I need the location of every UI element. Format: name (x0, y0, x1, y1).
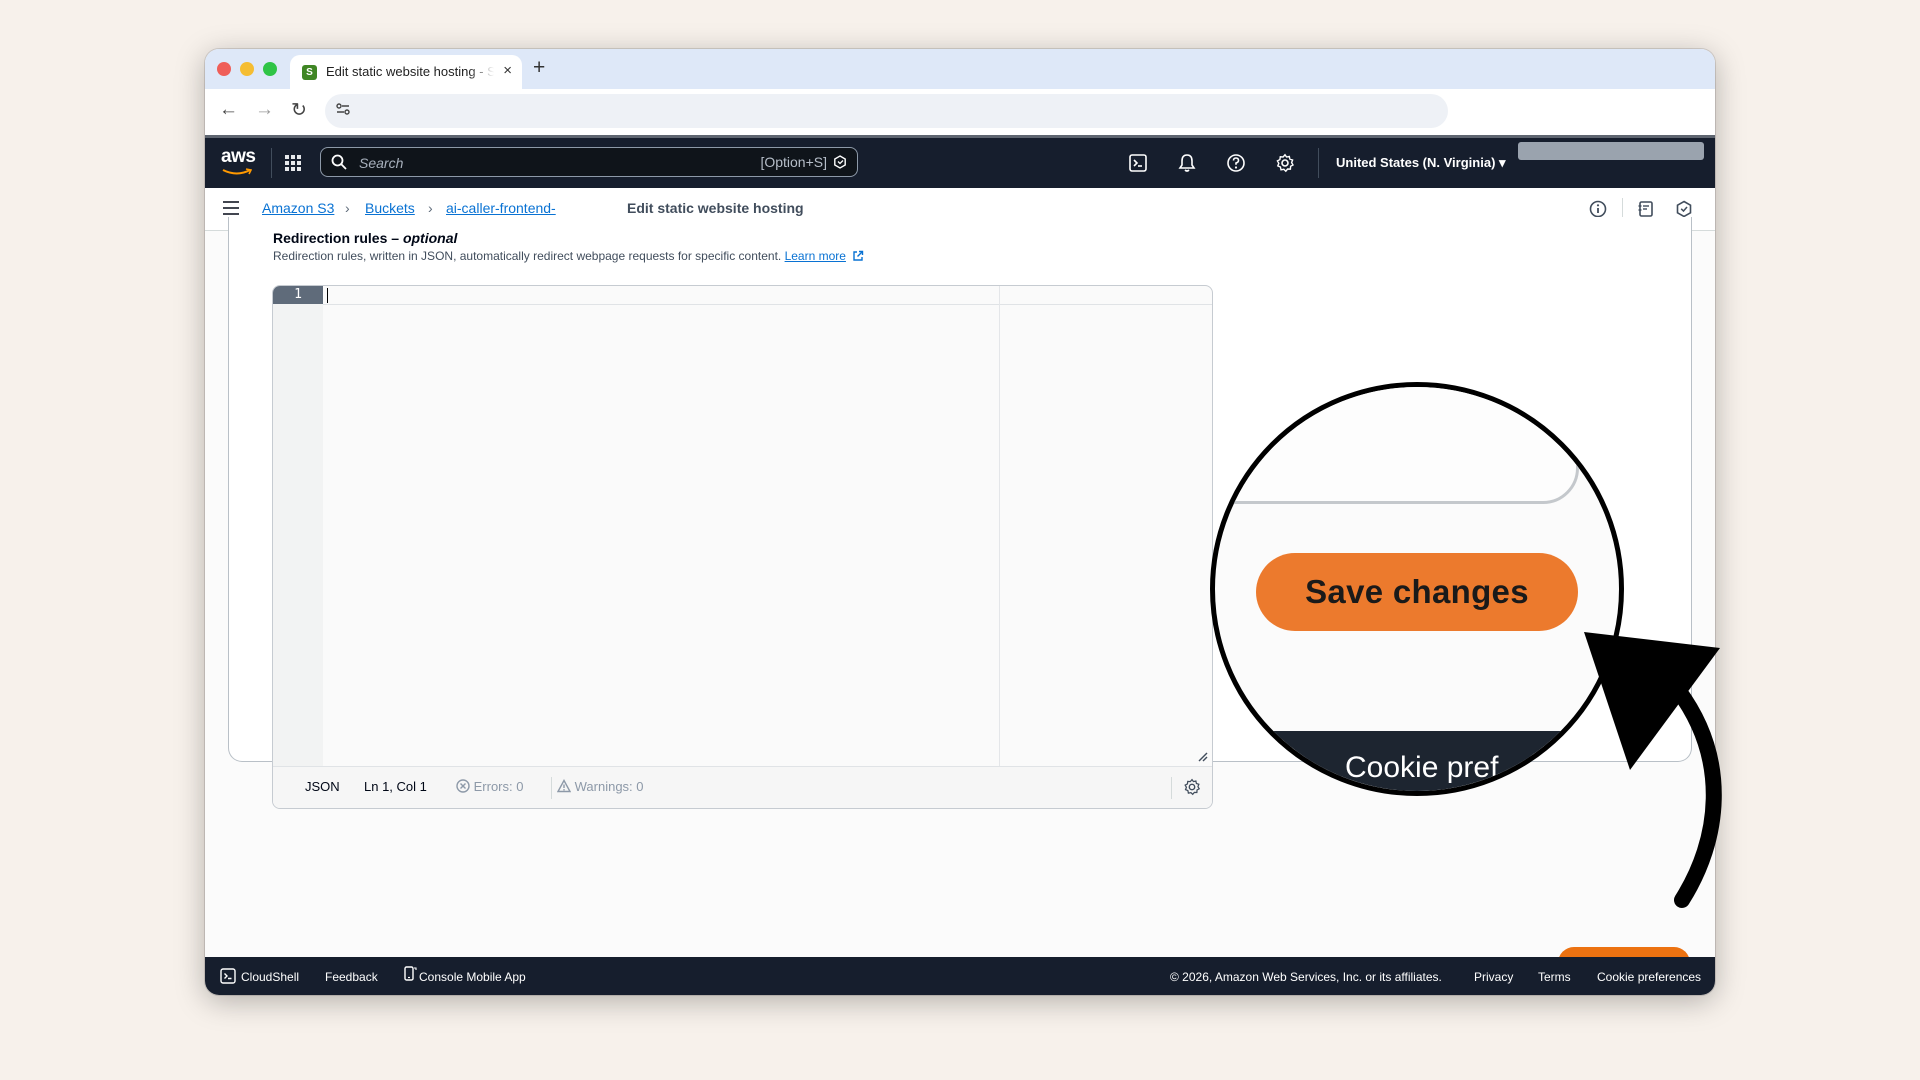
info-icon[interactable] (1589, 200, 1607, 218)
maximize-window-button[interactable] (263, 62, 277, 76)
close-window-button[interactable] (217, 62, 231, 76)
search-input[interactable] (357, 152, 741, 174)
zoomed-save-changes-button: Save changes (1256, 553, 1578, 631)
editor-settings-icon[interactable] (1183, 778, 1201, 796)
zoomed-footer-text: Cookie pref (1345, 751, 1499, 784)
cursor-position: Ln 1, Col 1 (364, 779, 427, 794)
tab-title: Edit static website hosting - S3 bucket (326, 64, 494, 79)
print-margin (999, 286, 1000, 766)
breadcrumb-current: Edit static website hosting (627, 200, 804, 216)
status-divider (551, 777, 552, 799)
active-line (323, 286, 1212, 305)
json-code-editor[interactable]: 1 JSON Ln 1, Col 1 Errors: 0 Warnings: 0 (272, 285, 1213, 809)
browser-toolbar: ← → ↻ (205, 89, 1715, 135)
minimize-window-button[interactable] (240, 62, 254, 76)
close-tab-icon[interactable]: × (503, 62, 512, 79)
amazon-q-icon[interactable] (833, 155, 847, 169)
footer-privacy[interactable]: Privacy (1474, 970, 1513, 984)
errors-count[interactable]: Errors: 0 (456, 779, 523, 794)
warning-icon (556, 779, 572, 793)
language-label: JSON (305, 779, 340, 794)
search-bar[interactable]: [Option+S] (320, 147, 858, 177)
footer-terms[interactable]: Terms (1538, 970, 1571, 984)
site-settings-icon[interactable] (335, 101, 351, 121)
aws-top-nav: aws [Option+S] United States (N. Virgini… (205, 138, 1715, 188)
reload-icon[interactable]: ↻ (291, 99, 307, 122)
breadcrumb-bucket[interactable]: ai-caller-frontend- (446, 200, 556, 216)
footer-feedback[interactable]: Feedback (325, 970, 378, 984)
bell-icon[interactable] (1177, 153, 1197, 173)
browser-tab[interactable]: S Edit static website hosting - S3 bucke… (290, 55, 522, 89)
menu-icon[interactable] (223, 201, 239, 215)
optional-label: optional (402, 230, 458, 246)
back-arrow-icon[interactable]: ← (219, 99, 238, 121)
zoom-magnifier: Save changes Cookie pref (1210, 382, 1624, 796)
chevron-right-icon: › (345, 200, 350, 216)
forward-arrow-icon[interactable]: → (255, 99, 274, 121)
cloudshell-icon[interactable] (1128, 153, 1148, 173)
aws-footer: CloudShell Feedback Console Mobile App ©… (205, 957, 1715, 995)
warnings-count[interactable]: Warnings: 0 (556, 779, 644, 794)
line-number: 1 (273, 286, 323, 304)
help-icon[interactable] (1226, 153, 1246, 173)
new-tab-button[interactable]: + (533, 56, 545, 80)
redirection-rules-description: Redirection rules, written in JSON, auto… (273, 249, 864, 263)
breadcrumb-amazon-s3[interactable]: Amazon S3 (262, 200, 334, 216)
mobile-phone-icon (404, 966, 417, 981)
notes-icon[interactable] (1637, 200, 1655, 218)
nav-divider (271, 148, 272, 178)
zoomed-footer: Cookie pref (1215, 731, 1619, 791)
address-bar[interactable] (325, 94, 1448, 128)
cloudshell-icon (220, 968, 236, 984)
breadcrumb-buckets[interactable]: Buckets (365, 200, 415, 216)
status-divider (1171, 777, 1172, 799)
learn-more-link[interactable]: Learn more (785, 249, 846, 263)
footer-cookie-preferences[interactable]: Cookie preferences (1597, 970, 1701, 984)
resize-handle-icon[interactable] (1198, 752, 1208, 762)
footer-cloudshell[interactable]: CloudShell (241, 970, 299, 984)
footer-mobile-app[interactable]: Console Mobile App (419, 970, 526, 984)
editor-gutter (273, 286, 323, 766)
text-cursor (327, 288, 328, 303)
nav-divider (1318, 148, 1319, 178)
settings-icon[interactable] (1275, 153, 1295, 173)
redirection-rules-title: Redirection rules – optional (273, 230, 458, 246)
account-menu[interactable] (1518, 142, 1704, 160)
search-shortcut: [Option+S] (760, 154, 827, 170)
error-icon (456, 779, 470, 793)
footer-copyright: © 2026, Amazon Web Services, Inc. or its… (1170, 970, 1442, 984)
amazon-q-icon[interactable] (1675, 200, 1693, 218)
s3-icon: S (302, 65, 317, 80)
tab-strip: S Edit static website hosting - S3 bucke… (205, 49, 1715, 89)
chevron-right-icon: › (428, 200, 433, 216)
curved-arrow-icon (1584, 632, 1722, 908)
external-link-icon[interactable] (852, 250, 864, 262)
search-icon (331, 154, 347, 170)
aws-logo[interactable]: aws (221, 146, 257, 178)
region-selector[interactable]: United States (N. Virginia) ▾ (1336, 155, 1506, 171)
services-grid-icon[interactable] (285, 155, 302, 172)
editor-status-bar: JSON Ln 1, Col 1 Errors: 0 Warnings: 0 (273, 766, 1212, 808)
zoomed-panel-edge (1215, 387, 1579, 504)
aws-smile-icon (222, 168, 252, 175)
